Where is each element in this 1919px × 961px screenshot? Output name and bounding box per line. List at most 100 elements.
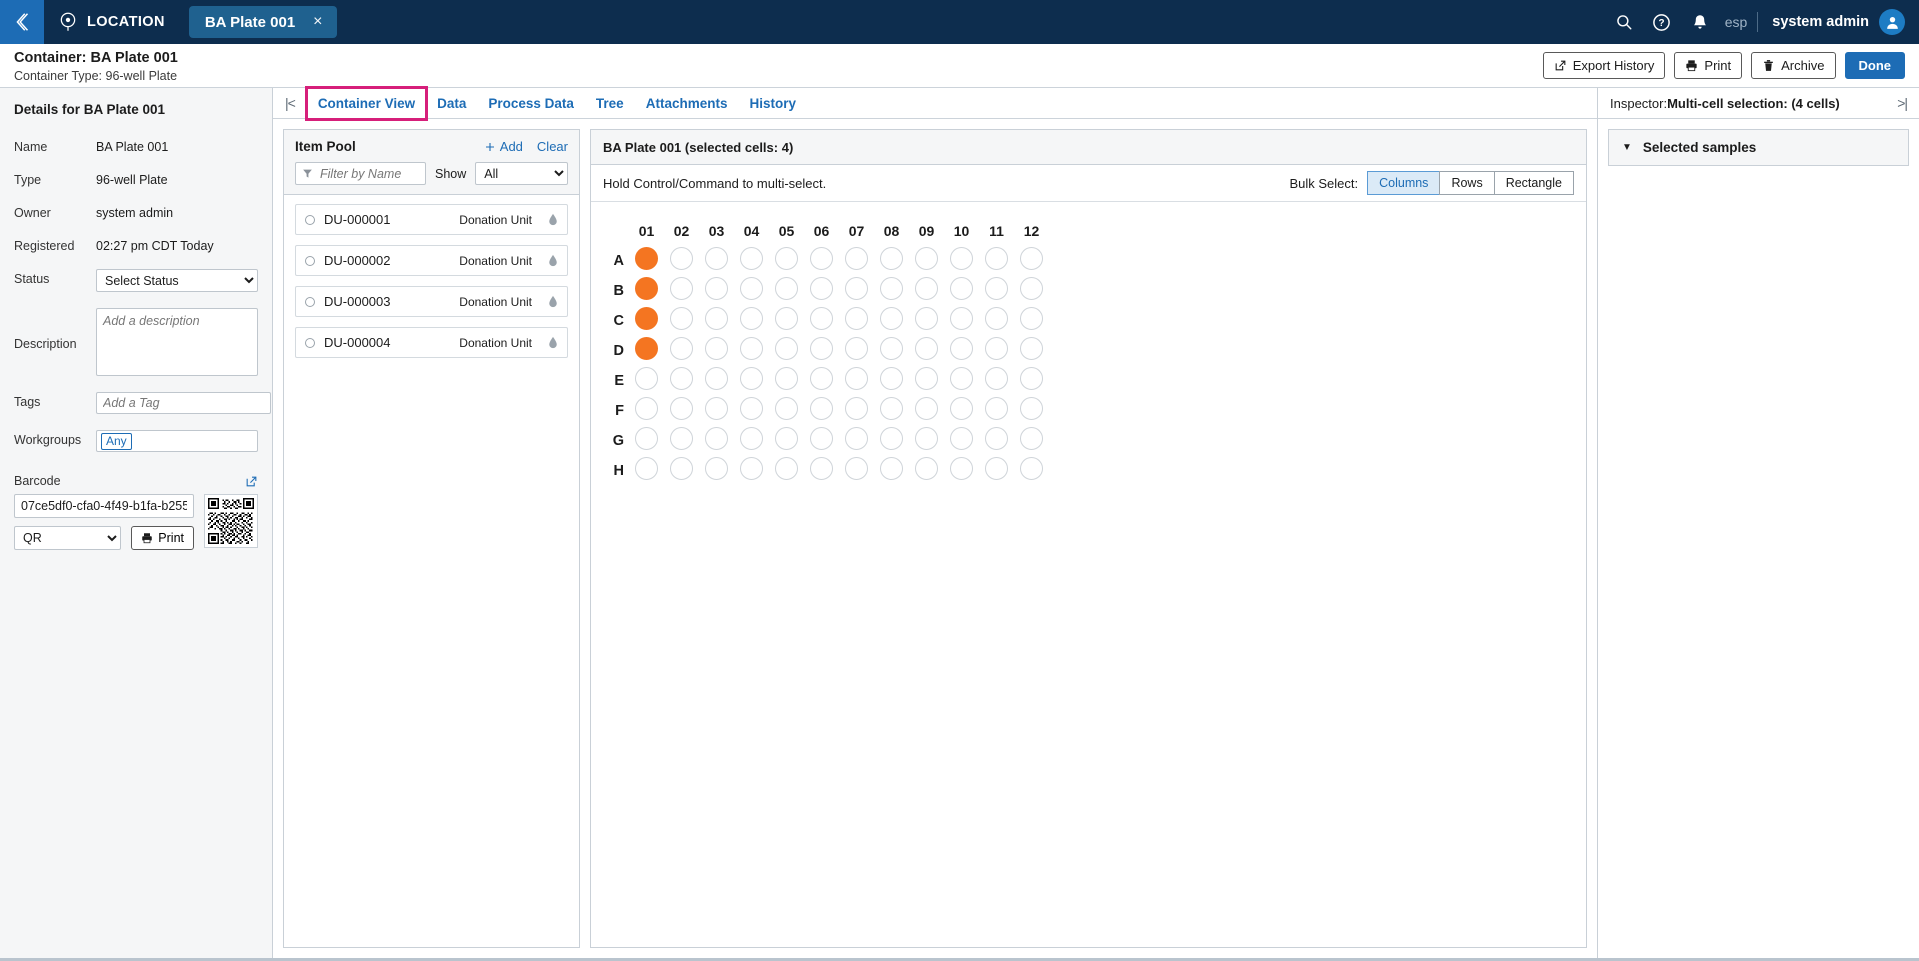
column-header[interactable]: 11 <box>979 216 1014 246</box>
well-F01[interactable] <box>635 397 658 420</box>
well-D07[interactable] <box>845 337 868 360</box>
well-F02[interactable] <box>670 397 693 420</box>
done-button[interactable]: Done <box>1844 52 1905 79</box>
well-F12[interactable] <box>1020 397 1043 420</box>
tab-tree[interactable]: Tree <box>585 88 635 119</box>
well-B12[interactable] <box>1020 277 1043 300</box>
well-E05[interactable] <box>775 367 798 390</box>
well-A08[interactable] <box>880 247 903 270</box>
row-header[interactable]: C <box>611 306 629 336</box>
well-G04[interactable] <box>740 427 763 450</box>
row-header[interactable]: H <box>611 456 629 486</box>
column-header[interactable]: 04 <box>734 216 769 246</box>
row-header[interactable]: A <box>611 246 629 276</box>
well-E04[interactable] <box>740 367 763 390</box>
well-C04[interactable] <box>740 307 763 330</box>
column-header[interactable]: 07 <box>839 216 874 246</box>
well-H08[interactable] <box>880 457 903 480</box>
column-header[interactable]: 05 <box>769 216 804 246</box>
well-F07[interactable] <box>845 397 868 420</box>
column-header[interactable]: 10 <box>944 216 979 246</box>
close-icon[interactable]: × <box>311 13 324 31</box>
clear-pool-button[interactable]: Clear <box>537 139 568 154</box>
well-F08[interactable] <box>880 397 903 420</box>
item-radio[interactable] <box>305 296 315 307</box>
row-header[interactable]: E <box>611 366 629 396</box>
well-H05[interactable] <box>775 457 798 480</box>
well-H06[interactable] <box>810 457 833 480</box>
item-radio[interactable] <box>305 337 315 348</box>
column-header[interactable]: 09 <box>909 216 944 246</box>
well-A02[interactable] <box>670 247 693 270</box>
well-D10[interactable] <box>950 337 973 360</box>
barcode-print-button[interactable]: Print <box>131 526 194 550</box>
well-E01[interactable] <box>635 367 658 390</box>
well-C03[interactable] <box>705 307 728 330</box>
row-header[interactable]: D <box>611 336 629 366</box>
well-A07[interactable] <box>845 247 868 270</box>
status-select[interactable]: Select Status <box>96 269 258 292</box>
well-A10[interactable] <box>950 247 973 270</box>
locale-switcher[interactable]: esp <box>1719 14 1758 30</box>
workgroup-chip[interactable]: Any <box>101 432 132 450</box>
row-header[interactable]: B <box>611 276 629 306</box>
well-B09[interactable] <box>915 277 938 300</box>
item-radio[interactable] <box>305 255 315 266</box>
bulk-select-rows-button[interactable]: Rows <box>1439 171 1494 195</box>
well-E08[interactable] <box>880 367 903 390</box>
well-D06[interactable] <box>810 337 833 360</box>
well-F05[interactable] <box>775 397 798 420</box>
well-G10[interactable] <box>950 427 973 450</box>
well-H04[interactable] <box>740 457 763 480</box>
well-H11[interactable] <box>985 457 1008 480</box>
column-header[interactable]: 12 <box>1014 216 1049 246</box>
well-D03[interactable] <box>705 337 728 360</box>
well-F04[interactable] <box>740 397 763 420</box>
well-C07[interactable] <box>845 307 868 330</box>
well-A03[interactable] <box>705 247 728 270</box>
bulk-select-columns-button[interactable]: Columns <box>1367 171 1440 195</box>
well-A12[interactable] <box>1020 247 1043 270</box>
well-A09[interactable] <box>915 247 938 270</box>
well-A04[interactable] <box>740 247 763 270</box>
well-D01[interactable] <box>635 337 658 360</box>
well-C11[interactable] <box>985 307 1008 330</box>
well-B03[interactable] <box>705 277 728 300</box>
well-G05[interactable] <box>775 427 798 450</box>
list-item[interactable]: DU-000002 Donation Unit <box>295 245 568 276</box>
well-E07[interactable] <box>845 367 868 390</box>
well-G03[interactable] <box>705 427 728 450</box>
column-header[interactable]: 01 <box>629 216 664 246</box>
well-B02[interactable] <box>670 277 693 300</box>
well-G02[interactable] <box>670 427 693 450</box>
item-radio[interactable] <box>305 214 315 225</box>
well-E09[interactable] <box>915 367 938 390</box>
barcode-open-button[interactable] <box>245 475 258 488</box>
well-D11[interactable] <box>985 337 1008 360</box>
help-button[interactable]: ? <box>1643 0 1681 44</box>
export-history-button[interactable]: Export History <box>1542 52 1666 79</box>
well-E02[interactable] <box>670 367 693 390</box>
barcode-value-input[interactable] <box>14 494 194 518</box>
column-header[interactable]: 06 <box>804 216 839 246</box>
well-C05[interactable] <box>775 307 798 330</box>
well-B05[interactable] <box>775 277 798 300</box>
show-filter-select[interactable]: All <box>475 162 568 185</box>
well-F11[interactable] <box>985 397 1008 420</box>
well-G08[interactable] <box>880 427 903 450</box>
well-A11[interactable] <box>985 247 1008 270</box>
well-C01[interactable] <box>635 307 658 330</box>
well-G09[interactable] <box>915 427 938 450</box>
well-B01[interactable] <box>635 277 658 300</box>
well-E06[interactable] <box>810 367 833 390</box>
well-G11[interactable] <box>985 427 1008 450</box>
row-header[interactable]: F <box>611 396 629 426</box>
well-D12[interactable] <box>1020 337 1043 360</box>
tab-history[interactable]: History <box>738 88 807 119</box>
tab-data[interactable]: Data <box>426 88 477 119</box>
column-header[interactable]: 03 <box>699 216 734 246</box>
well-H02[interactable] <box>670 457 693 480</box>
well-H03[interactable] <box>705 457 728 480</box>
print-button[interactable]: Print <box>1674 52 1743 79</box>
tab-attachments[interactable]: Attachments <box>635 88 739 119</box>
